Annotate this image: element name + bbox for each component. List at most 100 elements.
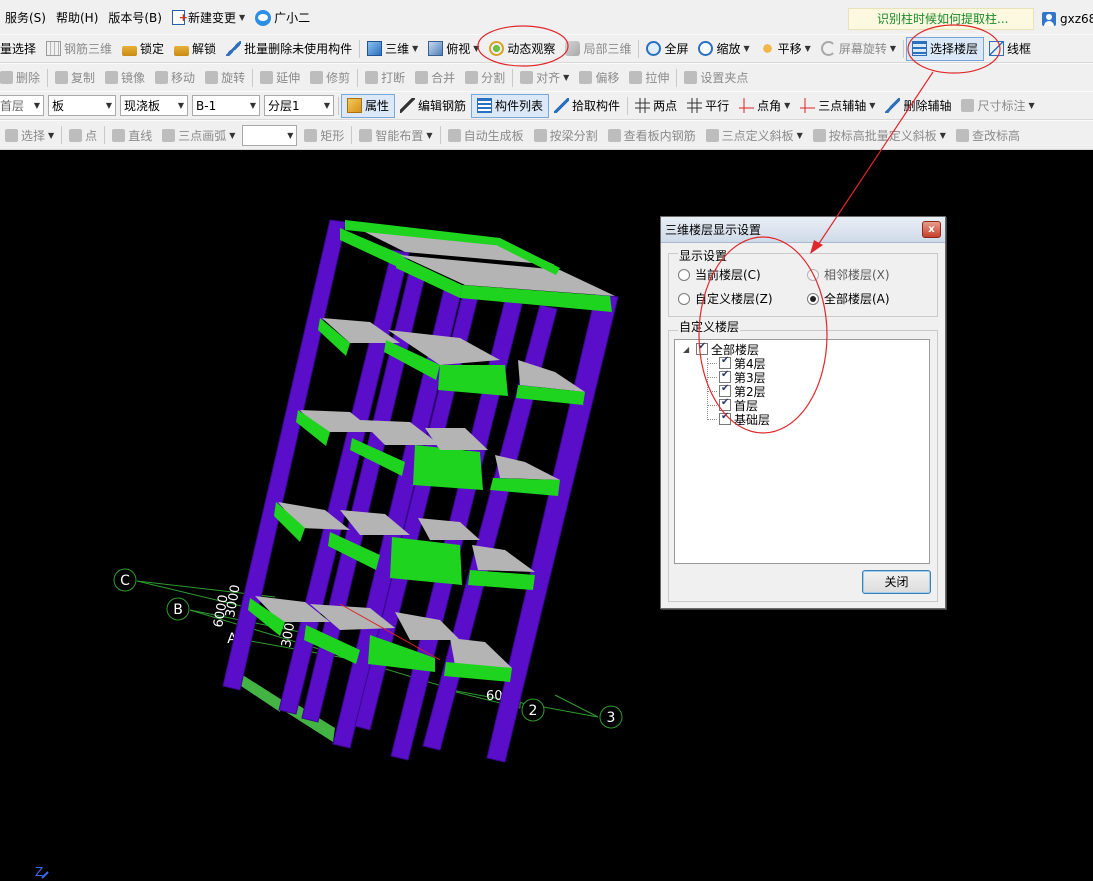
auto-generate-slab-button[interactable]: 自动生成板 bbox=[443, 123, 529, 147]
point-button[interactable]: 点 bbox=[64, 123, 102, 147]
menu-help[interactable]: 帮助(H) bbox=[51, 7, 103, 29]
edit-elevation-button[interactable]: 查改标高 bbox=[951, 123, 1025, 147]
point-angle-axis-button[interactable]: 点角 ▼ bbox=[734, 94, 795, 118]
radio-all-floors[interactable]: 全部楼层(A) bbox=[807, 290, 890, 307]
radio-current-floor[interactable]: 当前楼层(C) bbox=[678, 266, 761, 283]
component-list-button[interactable]: 构件列表 bbox=[471, 93, 550, 118]
checkbox-floor-4[interactable] bbox=[719, 355, 731, 369]
pick-component-button[interactable]: 拾取构件 bbox=[549, 94, 625, 118]
merge-button[interactable]: 合并 bbox=[410, 66, 460, 90]
component-name-select[interactable]: B-1 ▼ bbox=[192, 95, 260, 116]
rebar-3d-button[interactable]: 钢筋三维 bbox=[41, 37, 117, 61]
stretch-button[interactable]: 拉伸 bbox=[624, 66, 674, 90]
split-label: 分割 bbox=[481, 71, 506, 85]
component-type-select[interactable]: 板 ▼ bbox=[48, 95, 116, 116]
fullscreen-button[interactable]: 全屏 bbox=[641, 37, 693, 61]
rotate-button[interactable]: 旋转 bbox=[200, 66, 250, 90]
radio-custom-floor[interactable]: 自定义楼层(Z) bbox=[678, 290, 773, 307]
view-3d-button[interactable]: 三维 ▼ bbox=[362, 37, 423, 61]
extend-button[interactable]: 延伸 bbox=[255, 66, 305, 90]
layer-select[interactable]: 分层1 ▼ bbox=[264, 95, 334, 116]
pan-label: 平移 bbox=[777, 42, 802, 56]
parallel-axis-button[interactable]: 平行 bbox=[682, 94, 734, 118]
wireframe-button[interactable]: 线框 bbox=[984, 37, 1036, 61]
floor-tree[interactable]: ◢ 全部楼层 第4层 第3层 第2层 首层 基础层 bbox=[674, 339, 930, 564]
dialog-titlebar[interactable]: 三维楼层显示设置 x bbox=[661, 217, 945, 243]
checkbox-floor-2[interactable] bbox=[719, 383, 731, 397]
batch-delete-unused-button[interactable]: 批量删除未使用构件 bbox=[221, 37, 357, 61]
view-3d-label: 三维 bbox=[385, 42, 410, 56]
subtype-select[interactable]: 现浇板 ▼ bbox=[120, 95, 188, 116]
checkbox-all-floors[interactable] bbox=[696, 341, 708, 355]
view-rebar-icon bbox=[607, 128, 621, 142]
menu-guangxiaoer[interactable]: 广小二 bbox=[250, 7, 315, 29]
split-by-beam-button[interactable]: 按梁分割 bbox=[529, 123, 603, 147]
radio-adjacent-floor[interactable]: 相邻楼层(X) bbox=[807, 266, 890, 283]
delete-axis-button[interactable]: 删除辅轴 bbox=[880, 94, 956, 118]
move-button[interactable]: 移动 bbox=[150, 66, 200, 90]
batch-slope-button[interactable]: 按标高批量定义斜板 ▼ bbox=[808, 123, 951, 147]
top-view-button[interactable]: 俯视 ▼ bbox=[423, 37, 484, 61]
lock-button[interactable]: 锁定 bbox=[117, 37, 169, 61]
copy-button[interactable]: 复制 bbox=[50, 66, 100, 90]
zoom-button[interactable]: 缩放 ▼ bbox=[693, 37, 754, 61]
line-button[interactable]: 直线 bbox=[107, 123, 157, 147]
three-point-slope-button[interactable]: 三点定义斜板 ▼ bbox=[701, 123, 808, 147]
split-by-beam-label: 按梁分割 bbox=[549, 128, 598, 143]
offset-icon bbox=[579, 71, 593, 84]
merge-label: 合并 bbox=[431, 71, 456, 85]
set-grip-button[interactable]: 设置夹点 bbox=[679, 66, 753, 90]
local-3d-icon bbox=[565, 41, 581, 56]
checkbox-foundation[interactable] bbox=[719, 411, 731, 425]
help-hint-box[interactable]: 识别柱时候如何提取柱... bbox=[848, 8, 1034, 30]
tree-item-foundation[interactable]: 基础层 bbox=[719, 411, 770, 427]
view-slab-rebar-button[interactable]: 查看板内钢筋 bbox=[603, 123, 701, 147]
copy-label: 复制 bbox=[71, 71, 96, 85]
batch-select-button[interactable]: 量选择 bbox=[0, 37, 41, 61]
break-button[interactable]: 打断 bbox=[360, 66, 410, 90]
pan-button[interactable]: 平移 ▼ bbox=[755, 37, 816, 61]
dynamic-observe-button[interactable]: 动态观察 bbox=[484, 37, 560, 61]
select-floor-button[interactable]: 选择楼层 bbox=[905, 36, 984, 61]
split-by-beam-icon bbox=[533, 128, 547, 142]
select-button[interactable]: 选择 ▼ bbox=[0, 123, 59, 147]
menu-service[interactable]: 服务(S) bbox=[0, 7, 51, 29]
floor-select[interactable]: 首层 ▼ bbox=[0, 95, 44, 116]
arc-option-select[interactable]: ▼ bbox=[242, 124, 298, 146]
trim-button[interactable]: 修剪 bbox=[305, 66, 355, 90]
dimension-icon bbox=[961, 99, 975, 112]
merge-icon bbox=[415, 71, 429, 84]
copy-icon bbox=[55, 71, 69, 84]
chevron-down-icon: ▼ bbox=[249, 101, 256, 110]
menu-new-change[interactable]: 新建变更▼ bbox=[167, 7, 250, 29]
edit-toolbar: 删除 复制 镜像 移动 旋转 延伸 修剪 打断 合并 分割 对齐 ▼ 偏移 拉伸 … bbox=[0, 63, 1093, 92]
close-icon[interactable]: x bbox=[922, 221, 941, 238]
pick-component-label: 拾取构件 bbox=[572, 99, 621, 113]
new-document-icon bbox=[171, 7, 188, 29]
mirror-button[interactable]: 镜像 bbox=[100, 66, 150, 90]
component-name-value: B-1 bbox=[196, 98, 217, 113]
three-point-axis-button[interactable]: 三点辅轴 ▼ bbox=[795, 94, 880, 118]
rectangle-button[interactable]: 矩形 bbox=[299, 123, 349, 147]
close-button[interactable]: 关闭 bbox=[862, 570, 931, 594]
offset-button[interactable]: 偏移 bbox=[574, 66, 624, 90]
menu-version-label: 版本号(B) bbox=[108, 10, 162, 25]
split-button[interactable]: 分割 bbox=[460, 66, 510, 90]
checkbox-floor-3[interactable] bbox=[719, 369, 731, 383]
collapse-icon[interactable]: ◢ bbox=[683, 345, 693, 354]
checkbox-ground-floor[interactable] bbox=[719, 397, 731, 411]
properties-button[interactable]: 属性 bbox=[341, 93, 396, 118]
smart-layout-button[interactable]: 智能布置 ▼ bbox=[354, 123, 437, 147]
menu-version[interactable]: 版本号(B) bbox=[103, 7, 167, 29]
align-button[interactable]: 对齐 ▼ bbox=[515, 66, 574, 90]
delete-button[interactable]: 删除 bbox=[0, 66, 45, 90]
three-point-arc-button[interactable]: 三点画弧 ▼ bbox=[157, 123, 240, 147]
two-point-axis-button[interactable]: 两点 bbox=[630, 94, 682, 118]
screen-rotate-button[interactable]: 屏幕旋转 ▼ bbox=[816, 37, 901, 61]
unlock-button[interactable]: 解锁 bbox=[169, 37, 221, 61]
user-account[interactable]: gxz68 bbox=[1038, 8, 1093, 30]
dimension-button[interactable]: 尺寸标注 ▼ bbox=[956, 94, 1039, 118]
local-3d-button[interactable]: 局部三维 bbox=[560, 37, 636, 61]
wireframe-label: 线框 bbox=[1007, 42, 1032, 56]
edit-rebar-button[interactable]: 编辑钢筋 bbox=[395, 94, 471, 118]
